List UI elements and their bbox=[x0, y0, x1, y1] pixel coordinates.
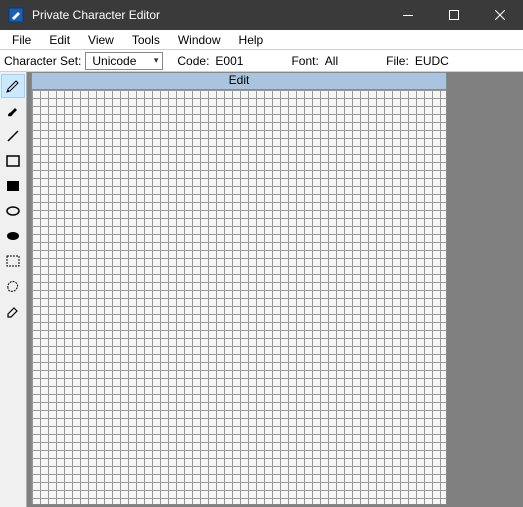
app-icon bbox=[8, 7, 24, 23]
tool-rectangular-select[interactable] bbox=[1, 249, 25, 273]
minimize-icon bbox=[403, 10, 413, 20]
tool-ellipse-outline[interactable] bbox=[1, 199, 25, 223]
rectangular-select-icon bbox=[5, 253, 21, 269]
ellipse-filled-icon bbox=[5, 228, 21, 244]
canvas-wrap: Edit bbox=[31, 72, 447, 505]
menubar: File Edit View Tools Window Help bbox=[0, 30, 523, 50]
menu-window[interactable]: Window bbox=[170, 31, 229, 49]
freeform-select-icon bbox=[5, 278, 21, 294]
pencil-icon bbox=[5, 78, 21, 94]
tool-ellipse-filled[interactable] bbox=[1, 224, 25, 248]
charset-select[interactable]: Unicode ▾ bbox=[85, 52, 163, 70]
tool-brush[interactable] bbox=[1, 99, 25, 123]
tool-rectangle-outline[interactable] bbox=[1, 149, 25, 173]
menu-view[interactable]: View bbox=[80, 31, 122, 49]
window-title: Private Character Editor bbox=[32, 8, 385, 22]
chevron-down-icon: ▾ bbox=[154, 55, 159, 66]
menu-help[interactable]: Help bbox=[231, 31, 272, 49]
code-label: Code: bbox=[177, 54, 209, 68]
menu-file[interactable]: File bbox=[4, 31, 39, 49]
titlebar: Private Character Editor bbox=[0, 0, 523, 30]
charset-label: Character Set: bbox=[4, 54, 81, 68]
ellipse-outline-icon bbox=[5, 203, 21, 219]
tool-line[interactable] bbox=[1, 124, 25, 148]
font-value: All bbox=[325, 54, 338, 68]
rectangle-filled-icon bbox=[5, 178, 21, 194]
window-controls bbox=[385, 0, 523, 30]
minimize-button[interactable] bbox=[385, 0, 431, 30]
rectangle-outline-icon bbox=[5, 153, 21, 169]
brush-icon bbox=[5, 103, 21, 119]
file-value: EUDC bbox=[415, 54, 449, 68]
maximize-button[interactable] bbox=[431, 0, 477, 30]
code-value: E001 bbox=[215, 54, 243, 68]
app-window: Private Character Editor File Edit View … bbox=[0, 0, 523, 507]
close-button[interactable] bbox=[477, 0, 523, 30]
file-label: File: bbox=[386, 54, 409, 68]
tool-eraser[interactable] bbox=[1, 299, 25, 323]
line-icon bbox=[5, 128, 21, 144]
close-icon bbox=[495, 10, 505, 20]
menu-tools[interactable]: Tools bbox=[124, 31, 168, 49]
toolbox bbox=[0, 72, 27, 507]
eraser-icon bbox=[5, 303, 21, 319]
content-area: Edit bbox=[0, 72, 523, 507]
draw-grid[interactable] bbox=[31, 89, 447, 505]
tool-pencil[interactable] bbox=[1, 74, 25, 98]
tool-rectangle-filled[interactable] bbox=[1, 174, 25, 198]
canvas-header: Edit bbox=[31, 72, 447, 89]
font-label: Font: bbox=[291, 54, 318, 68]
menu-edit[interactable]: Edit bbox=[41, 31, 78, 49]
tool-freeform-select[interactable] bbox=[1, 274, 25, 298]
info-bar: Character Set: Unicode ▾ Code: E001 Font… bbox=[0, 50, 523, 72]
maximize-icon bbox=[449, 10, 459, 20]
charset-value: Unicode bbox=[92, 54, 136, 68]
canvas-area: Edit bbox=[27, 72, 447, 507]
